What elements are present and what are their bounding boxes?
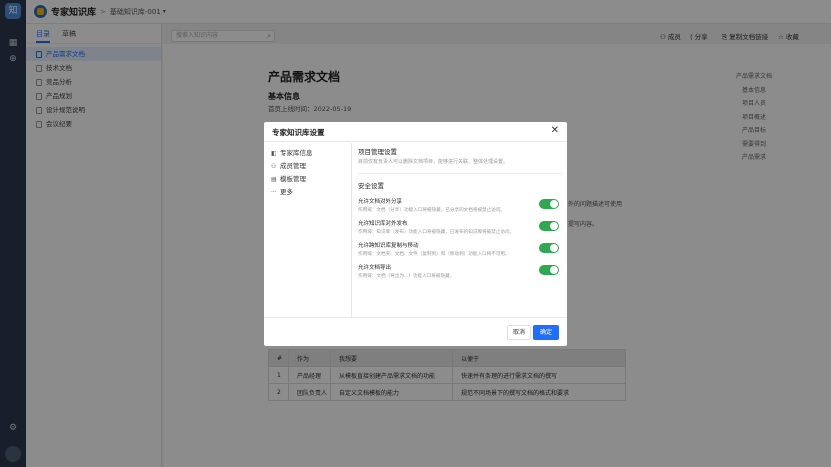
template-icon: ▤ [271, 176, 277, 183]
close-icon[interactable]: ✕ [551, 125, 559, 136]
setting-allow-publish: 允许知识库对外发布 作用域：知识库（发布）功能入口将被隐藏，已发布的知识库将被禁… [358, 219, 563, 241]
menu-item-members[interactable]: ⚇ 成员管理 [264, 160, 351, 173]
setting-allow-export: 允许文档导出 作用域：文档（导出为...）功能入口将被隐藏。 [358, 263, 563, 285]
menu-item-label: 更多 [280, 188, 293, 196]
setting-title: 允许文档对外分享 [358, 199, 403, 205]
divider [358, 173, 563, 174]
setting-desc: 作用域：文档（分享）功能入口将被隐藏，已分享的文档将被禁止访问。 [358, 208, 506, 213]
export-toggle[interactable] [539, 265, 559, 275]
setting-allow-copy-move: 允许跨知识库复制与移动 作用域：文档夹、文档、文件（复制到）和（移动到）功能入口… [358, 241, 563, 263]
menu-item-more[interactable]: ··· 更多 [264, 186, 351, 199]
more-icon: ··· [271, 189, 277, 196]
menu-item-info[interactable]: ◧ 专家库信息 [264, 147, 351, 160]
setting-title: 允许跨知识库复制与移动 [358, 243, 419, 249]
menu-item-templates[interactable]: ▤ 模板管理 [264, 173, 351, 186]
menu-item-label: 模板管理 [280, 175, 306, 183]
confirm-button[interactable]: 确定 [533, 325, 559, 340]
setting-allow-share: 允许文档对外分享 作用域：文档（分享）功能入口将被隐藏，已分享的文档将被禁止访问… [358, 197, 563, 219]
menu-item-label: 专家库信息 [280, 149, 313, 157]
setting-desc: 作用域：知识库（发布）功能入口将被隐藏，已发布的知识库将被禁止访问。 [358, 230, 515, 235]
settings-content: 项目管理设置 目前仅有负责人可以删除文档项目，能够进行关联、整体处理设置。 安全… [358, 146, 563, 285]
publish-toggle[interactable] [539, 221, 559, 231]
setting-title: 允许知识库对外发布 [358, 221, 408, 227]
setting-desc: 作用域：文档夹、文档、文件（复制到）和（移动到）功能入口将不可用。 [358, 252, 510, 257]
modal-footer: 取消 确定 [264, 317, 567, 346]
users-icon: ⚇ [271, 163, 277, 170]
menu-item-label: 成员管理 [280, 162, 306, 170]
info-icon: ◧ [271, 150, 277, 157]
project-settings-title: 项目管理设置 [358, 148, 397, 156]
share-toggle[interactable] [539, 199, 559, 209]
project-settings-desc: 目前仅有负责人可以删除文档项目，能够进行关联、整体处理设置。 [358, 159, 509, 165]
security-settings-title: 安全设置 [358, 182, 384, 190]
settings-modal: 专家知识库设置 ✕ ◧ 专家库信息 ⚇ 成员管理 ▤ 模板管理 ··· 更多 项目管理设… [264, 122, 567, 346]
copy-move-toggle[interactable] [539, 243, 559, 253]
settings-menu: ◧ 专家库信息 ⚇ 成员管理 ▤ 模板管理 ··· 更多 [264, 143, 352, 317]
modal-title: 专家知识库设置 [272, 128, 325, 137]
setting-title: 允许文档导出 [358, 265, 392, 271]
setting-desc: 作用域：文档（导出为...）功能入口将被隐藏。 [358, 274, 455, 279]
cancel-button[interactable]: 取消 [507, 325, 531, 340]
modal-header: 专家知识库设置 ✕ [264, 122, 567, 142]
